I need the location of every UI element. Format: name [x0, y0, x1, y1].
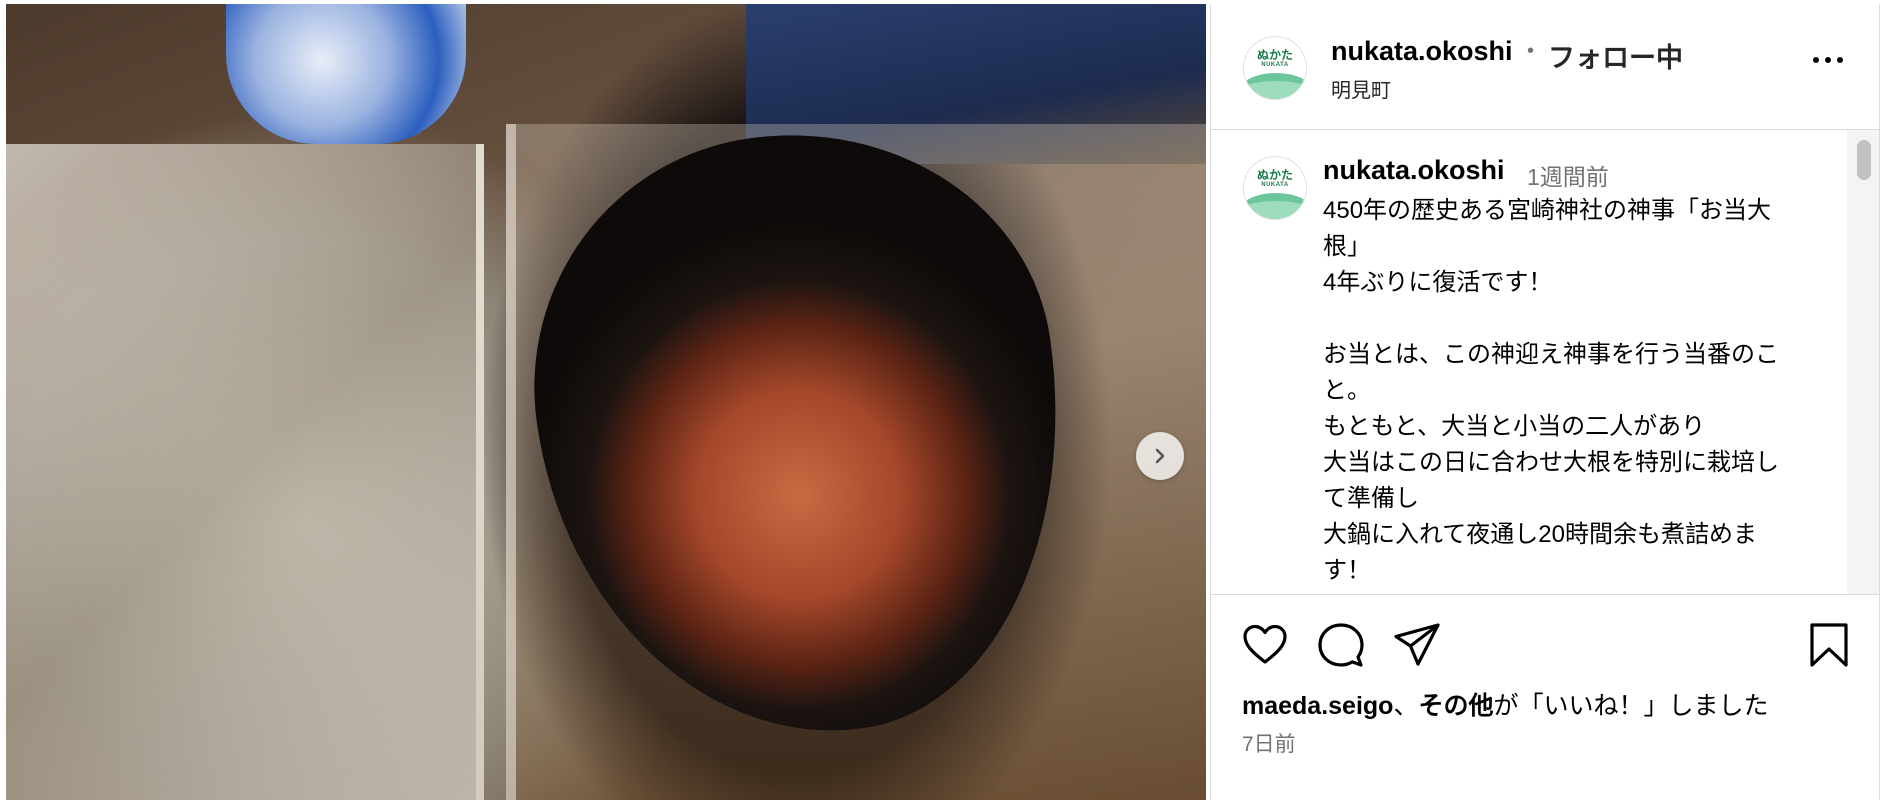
- header-username[interactable]: nukata.okoshi: [1331, 36, 1513, 67]
- avatar[interactable]: ぬかた NUKATA: [1243, 36, 1307, 100]
- follow-status-button[interactable]: フォロー中: [1548, 36, 1683, 75]
- separator-dot: •: [1527, 40, 1535, 62]
- avatar-hill-front: [1244, 201, 1306, 219]
- avatar-logo-sub: NUKATA: [1261, 62, 1289, 68]
- likes-summary[interactable]: maeda.seigo、その他が「いいね！」しました: [1242, 686, 1769, 722]
- post-date[interactable]: 7日前: [1242, 728, 1296, 758]
- avatar-logo-text: ぬかた: [1256, 48, 1293, 62]
- caption-line: と。: [1323, 377, 1371, 404]
- scrollbar-thumb[interactable]: [1857, 140, 1871, 180]
- caption-line: お当とは、この神迎え神事を行う当番のこ: [1323, 341, 1779, 368]
- photo-cup: [226, 4, 466, 144]
- caption-line: 4年ぶりに復活です！: [1323, 269, 1553, 296]
- bookmark-icon: [1810, 623, 1848, 667]
- save-button[interactable]: [1805, 621, 1853, 669]
- caption-line: もともと、大当と小当の二人があり: [1323, 413, 1706, 440]
- caption-timestamp[interactable]: 1週間前: [1527, 158, 1609, 192]
- likes-suffix: が「いいね！」しました: [1493, 692, 1769, 720]
- likes-separator: 、: [1393, 692, 1419, 720]
- caption-text: 450年の歴史ある宮崎神社の神事「お当大 根」 4年ぶりに復活です！ お当とは、…: [1323, 193, 1843, 589]
- share-button[interactable]: [1393, 621, 1441, 669]
- caption-line: 根」: [1323, 233, 1371, 260]
- caption-line: [1323, 301, 1843, 337]
- caption-line: す！: [1323, 557, 1371, 584]
- avatar-logo-sub: NUKATA: [1261, 182, 1289, 188]
- more-dot: [1825, 57, 1831, 63]
- avatar-logo-text: ぬかた: [1256, 168, 1293, 182]
- caption-line: 大当はこの日に合わせ大根を特別に栽培し: [1323, 449, 1779, 476]
- post-image[interactable]: [6, 4, 1206, 800]
- more-dot: [1837, 57, 1843, 63]
- location-link[interactable]: 明見町: [1331, 74, 1391, 103]
- post-side-panel: ぬかた NUKATA nukata.okoshi • フォロー中 明見町 ぬかた…: [1210, 4, 1880, 800]
- photo-tray-left: [6, 144, 484, 800]
- more-dot: [1813, 57, 1819, 63]
- like-button[interactable]: [1241, 621, 1289, 669]
- heart-icon: [1243, 624, 1287, 664]
- liker-username[interactable]: maeda.seigo: [1242, 692, 1393, 720]
- caption-scrollbar[interactable]: [1847, 130, 1879, 594]
- caption-avatar[interactable]: ぬかた NUKATA: [1243, 156, 1307, 220]
- avatar-hill-front: [1244, 81, 1306, 99]
- share-icon: [1394, 623, 1440, 666]
- caption-line: て準備し: [1323, 485, 1419, 512]
- likes-others-link[interactable]: その他: [1418, 692, 1493, 720]
- caption-area[interactable]: ぬかた NUKATA nukata.okoshi 1週間前 450年の歴史ある宮…: [1211, 130, 1879, 595]
- caption-username[interactable]: nukata.okoshi: [1323, 155, 1505, 186]
- post-header: ぬかた NUKATA nukata.okoshi • フォロー中 明見町: [1211, 4, 1879, 130]
- next-image-button[interactable]: [1136, 432, 1184, 480]
- action-bar: [1211, 595, 1879, 685]
- comment-icon: [1318, 623, 1364, 667]
- more-icon[interactable]: [1813, 56, 1843, 64]
- caption-line: 450年の歴史ある宮崎神社の神事「お当大: [1323, 197, 1772, 224]
- comment-button[interactable]: [1317, 621, 1365, 669]
- caption-line: 大鍋に入れて夜通し20時間余も煮詰めま: [1323, 521, 1757, 548]
- chevron-right-icon: [1155, 448, 1165, 464]
